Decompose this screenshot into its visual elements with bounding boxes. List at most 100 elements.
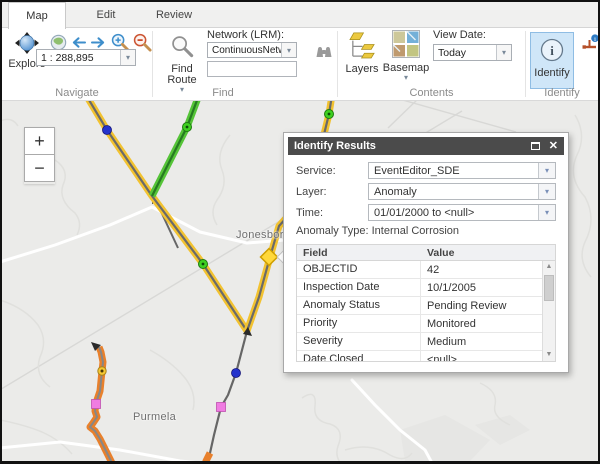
column-header-field: Field: [297, 247, 421, 259]
app-window: Map Edit Review Explore: [0, 0, 600, 464]
svg-text:i: i: [594, 36, 596, 43]
view-date-label: View Date:: [433, 29, 486, 41]
results-table-header: Field Value: [297, 245, 555, 261]
table-row[interactable]: Date Closed<null>: [297, 351, 542, 361]
map-zoom-out-button[interactable]: −: [24, 154, 55, 182]
results-table: Field Value OBJECTID42Inspection Date10/…: [296, 244, 556, 362]
results-table-body: OBJECTID42Inspection Date10/1/2005Anomal…: [297, 261, 542, 361]
scale-value: 1 : 288,895: [37, 52, 120, 64]
event-point-pink[interactable]: [217, 403, 226, 412]
layer-combobox[interactable]: Anomaly ▾: [368, 183, 556, 200]
table-row[interactable]: Anomaly StatusPending Review: [297, 297, 542, 315]
chevron-down-icon[interactable]: ▾: [538, 205, 555, 220]
field-cell: Date Closed: [297, 351, 421, 361]
scale-combobox[interactable]: 1 : 288,895 ▾: [36, 49, 136, 66]
table-row[interactable]: OBJECTID42: [297, 261, 542, 279]
panel-titlebar[interactable]: Identify Results ✕: [288, 137, 564, 155]
scrollbar-thumb[interactable]: [544, 275, 554, 301]
svg-text:i: i: [550, 43, 554, 58]
field-cell: Priority: [297, 315, 421, 332]
chevron-down-icon[interactable]: ▾: [538, 163, 555, 178]
identify-button[interactable]: i Identify: [530, 32, 574, 89]
field-cell: OBJECTID: [297, 261, 421, 278]
chevron-down-icon[interactable]: ▾: [120, 50, 135, 65]
event-point-pink[interactable]: [92, 400, 101, 409]
value-cell: Monitored: [421, 318, 542, 330]
event-point-yellow-ring[interactable]: [98, 367, 106, 375]
chevron-down-icon[interactable]: ▾: [496, 45, 511, 60]
field-cell: Anomaly Status: [297, 297, 421, 314]
value-cell: <null>: [421, 354, 542, 362]
table-row[interactable]: SeverityMedium: [297, 333, 542, 351]
event-point-blue[interactable]: [103, 126, 112, 135]
field-cell: Severity: [297, 333, 421, 350]
layers-icon: [348, 30, 377, 64]
find-route-button[interactable]: Find Route ▾: [162, 34, 202, 94]
maximize-icon[interactable]: [531, 142, 540, 150]
tab-map[interactable]: Map: [8, 2, 66, 29]
time-label: Time:: [296, 207, 368, 219]
chevron-down-icon: ▾: [404, 74, 408, 82]
binoculars-icon[interactable]: [315, 44, 333, 65]
scroll-down-icon[interactable]: ▼: [543, 349, 555, 361]
time-combobox[interactable]: 01/01/2000 to <null> ▾: [368, 204, 556, 221]
place-label-purmela: Purmela: [133, 411, 176, 423]
layer-label: Layer:: [296, 186, 368, 198]
route-search-input[interactable]: [207, 61, 297, 77]
anomaly-type-line: Anomaly Type: Internal Corrosion: [296, 225, 556, 237]
view-date-combobox[interactable]: Today ▾: [433, 44, 512, 61]
tab-review[interactable]: Review: [148, 2, 200, 28]
scroll-up-icon[interactable]: ▲: [543, 261, 555, 273]
table-scrollbar[interactable]: ▲ ▼: [542, 261, 555, 361]
event-point-blue[interactable]: [232, 369, 241, 378]
map-landuse-patch: [400, 415, 490, 461]
group-label-contents: Contents: [338, 87, 525, 99]
group-label-identify: Identify: [526, 87, 598, 99]
tab-edit[interactable]: Edit: [82, 2, 130, 28]
event-point-green[interactable]: [199, 260, 208, 269]
route-orange-casing[interactable]: [204, 453, 210, 461]
table-row[interactable]: Inspection Date10/1/2005: [297, 279, 542, 297]
close-icon[interactable]: ✕: [549, 141, 558, 152]
map-canvas[interactable]: Jonesboro Purmela + − Identify Results ✕…: [2, 101, 598, 461]
chevron-down-icon[interactable]: ▾: [281, 43, 296, 57]
layer-value: Anomaly: [369, 186, 538, 198]
layers-button[interactable]: Layers: [345, 30, 379, 75]
identify-route-locations-icon[interactable]: i: [582, 34, 598, 57]
panel-body: Service: EventEditor_SDE ▾ Layer: Anomal…: [288, 155, 564, 362]
identify-results-panel: Identify Results ✕ Service: EventEditor_…: [283, 132, 569, 373]
value-cell: 42: [421, 264, 542, 276]
network-value: ContinuousNetwork: [208, 45, 281, 56]
layers-label: Layers: [345, 64, 378, 75]
time-value: 01/01/2000 to <null>: [369, 207, 538, 219]
basemap-icon: [392, 30, 420, 63]
service-combobox[interactable]: EventEditor_SDE ▾: [368, 162, 556, 179]
event-point-green[interactable]: [183, 123, 192, 132]
identify-icon: i: [539, 37, 565, 68]
place-label-jonesboro: Jonesboro: [236, 229, 290, 241]
value-cell: Pending Review: [421, 300, 542, 312]
network-combobox[interactable]: ContinuousNetwork ▾: [207, 42, 297, 58]
value-cell: Medium: [421, 336, 542, 348]
group-label-navigate: Navigate: [2, 87, 152, 99]
panel-title: Identify Results: [294, 140, 376, 152]
field-cell: Inspection Date: [297, 279, 421, 296]
table-row[interactable]: PriorityMonitored: [297, 315, 542, 333]
route-gray-segment[interactable]: [205, 331, 247, 461]
app-chrome: Map Edit Review Explore: [2, 2, 598, 461]
find-route-magnifier-icon: [170, 34, 195, 64]
route-green-core: [152, 101, 199, 196]
ribbon-tabstrip: Map Edit Review: [2, 2, 598, 28]
column-header-value: Value: [421, 247, 542, 259]
service-value: EventEditor_SDE: [369, 165, 538, 177]
view-date-value: Today: [434, 47, 496, 59]
event-point-green[interactable]: [325, 110, 334, 119]
map-zoom-in-button[interactable]: +: [24, 127, 55, 155]
identify-label: Identify: [534, 68, 569, 79]
map-zoom-control: + −: [24, 127, 55, 184]
basemap-button[interactable]: Basemap ▾: [385, 30, 427, 82]
network-lrm-label: Network (LRM):: [207, 29, 284, 41]
chevron-down-icon[interactable]: ▾: [538, 184, 555, 199]
service-label: Service:: [296, 165, 368, 177]
ribbon: Explore: [2, 28, 598, 101]
